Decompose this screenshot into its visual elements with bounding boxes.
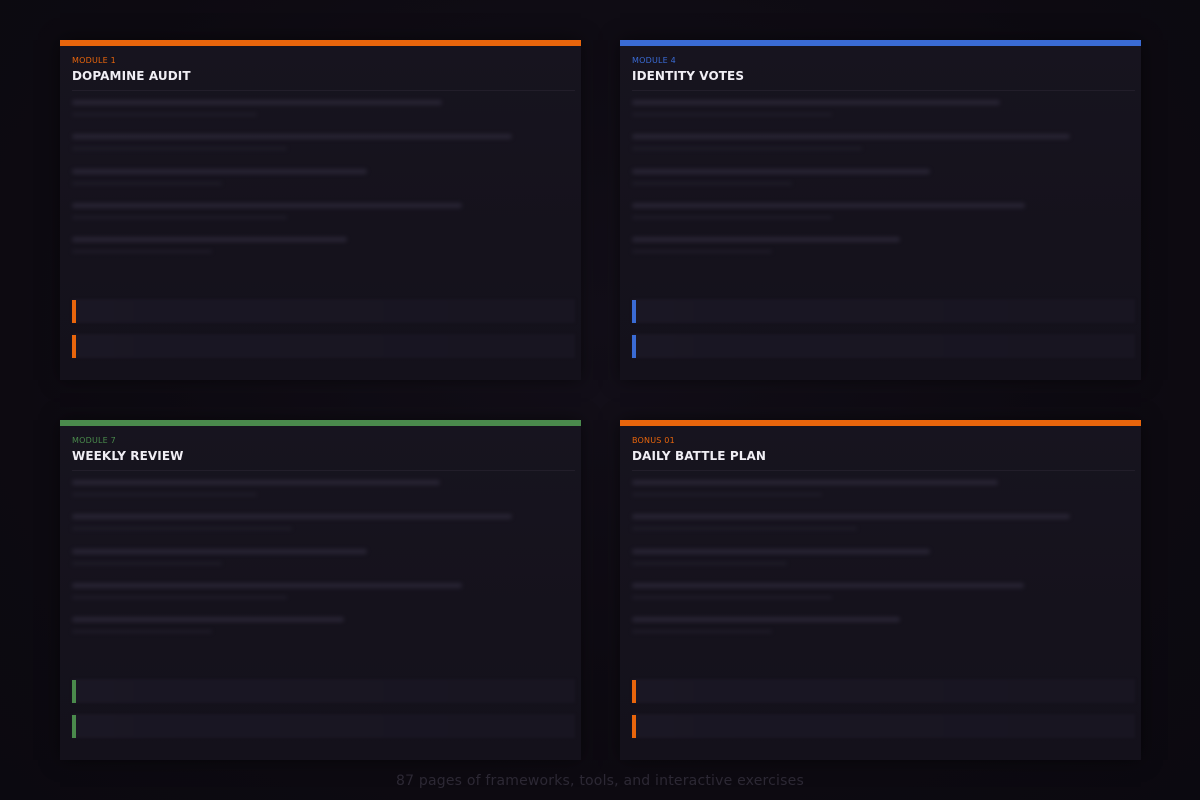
divider	[72, 90, 575, 91]
blurred-text-line	[72, 493, 257, 496]
card-title: IDENTITY VOTES	[632, 69, 745, 83]
blurred-text-line	[72, 480, 440, 485]
blurred-text-line	[72, 237, 347, 242]
field-marker	[72, 300, 76, 323]
input-field	[72, 334, 575, 358]
blurred-text-line	[632, 514, 1070, 519]
input-field	[72, 679, 575, 703]
blurred-text-line	[632, 113, 832, 116]
blurred-text-line	[632, 169, 930, 174]
blurred-text-line	[632, 617, 900, 622]
card-title: DAILY BATTLE PLAN	[632, 449, 766, 463]
blurred-text-line	[632, 493, 822, 496]
blurred-text-line	[632, 147, 862, 150]
input-field	[632, 299, 1135, 323]
blurred-text-line	[72, 134, 512, 139]
blurred-text-line	[632, 250, 772, 253]
module-card: MODULE 1 DOPAMINE AUDIT	[60, 40, 581, 380]
card-accent-bar	[60, 40, 581, 46]
input-field	[72, 299, 575, 323]
blurred-text-line	[632, 216, 832, 219]
blurred-text-line	[72, 549, 367, 554]
divider	[632, 90, 1135, 91]
card-label: MODULE 7	[72, 436, 116, 445]
card-accent-bar	[60, 420, 581, 426]
blurred-text-line	[632, 100, 1000, 105]
blurred-text-line	[72, 562, 222, 565]
field-marker	[72, 715, 76, 738]
blurred-text-line	[72, 527, 292, 530]
blurred-text-line	[72, 216, 287, 219]
blurred-text-line	[72, 182, 222, 185]
blurred-text-line	[72, 169, 367, 174]
blurred-text-line	[72, 113, 257, 116]
module-card: BONUS 01 DAILY BATTLE PLAN	[620, 420, 1141, 760]
card-accent-bar	[620, 40, 1141, 46]
preview-gallery: MODULE 1 DOPAMINE AUDIT MODULE 4 IDENTIT…	[0, 0, 1200, 800]
blurred-text-line	[632, 182, 792, 185]
blurred-text-line	[72, 250, 212, 253]
blurred-text-line	[632, 630, 772, 633]
field-marker	[632, 335, 636, 358]
divider	[72, 470, 575, 471]
input-field	[632, 334, 1135, 358]
blurred-text-line	[72, 147, 287, 150]
input-field	[632, 679, 1135, 703]
input-field	[72, 714, 575, 738]
field-marker	[632, 300, 636, 323]
blurred-text-line	[72, 203, 462, 208]
blurred-text-line	[632, 237, 900, 242]
blurred-text-line	[632, 596, 832, 599]
field-marker	[72, 680, 76, 703]
card-title: DOPAMINE AUDIT	[72, 69, 191, 83]
divider	[632, 470, 1135, 471]
field-marker	[72, 335, 76, 358]
card-label: BONUS 01	[632, 436, 675, 445]
field-marker	[632, 715, 636, 738]
blurred-text-line	[72, 514, 512, 519]
blurred-text-line	[632, 134, 1070, 139]
blurred-text-line	[72, 630, 212, 633]
blurred-text-line	[632, 203, 1025, 208]
blurred-text-line	[632, 549, 930, 554]
blurred-text-line	[632, 527, 857, 530]
card-accent-bar	[620, 420, 1141, 426]
blurred-text-line	[632, 562, 787, 565]
card-label: MODULE 1	[72, 56, 116, 65]
module-card: MODULE 7 WEEKLY REVIEW	[60, 420, 581, 760]
footer-caption: 87 pages of frameworks, tools, and inter…	[396, 773, 804, 789]
blurred-text-line	[632, 583, 1024, 588]
module-card: MODULE 4 IDENTITY VOTES	[620, 40, 1141, 380]
blurred-text-line	[72, 617, 344, 622]
blurred-text-line	[72, 596, 287, 599]
blurred-text-line	[632, 480, 998, 485]
field-marker	[632, 680, 636, 703]
input-field	[632, 714, 1135, 738]
blurred-text-line	[72, 100, 442, 105]
card-label: MODULE 4	[632, 56, 676, 65]
card-title: WEEKLY REVIEW	[72, 449, 184, 463]
blurred-text-line	[72, 583, 462, 588]
